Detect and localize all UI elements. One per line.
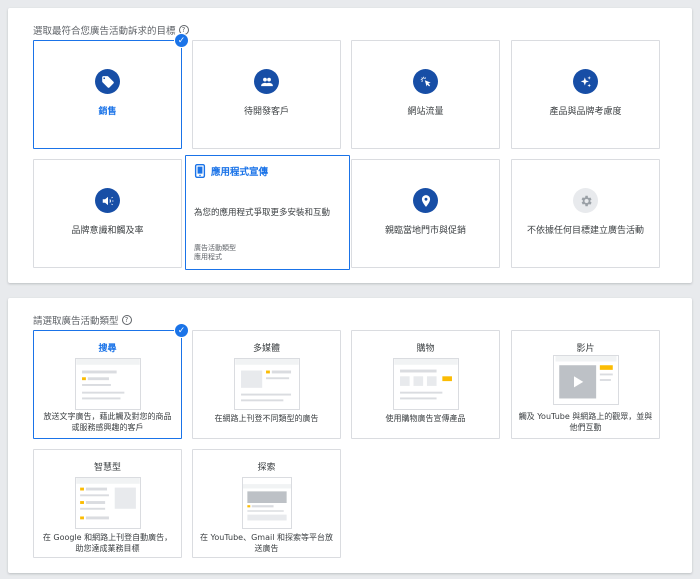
goal-card-label: 不依據任何目標建立廣告活動 [526, 226, 644, 236]
phone-icon [194, 164, 206, 178]
goal-card-label: 品牌意識和觸及率 [71, 226, 144, 236]
type-card-description: 在 Google 和網路上刊登自動廣告，助您達成業務目標 [42, 533, 173, 553]
goal-card-brand-consideration[interactable]: 產品與品牌考慮度 [511, 40, 660, 149]
check-icon: ✓ [174, 33, 189, 48]
app-promotion-header: 應用程式宣傳 [194, 164, 268, 178]
gear-icon [573, 188, 598, 213]
app-promotion-meta: 廣告活動類型 應用程式 [194, 244, 236, 262]
goal-section-title-text: 選取最符合您廣告活動訴求的目標 [33, 26, 176, 37]
goal-card-label: 產品與品牌考慮度 [549, 107, 622, 117]
goal-card-local-store[interactable]: 親臨當地門市與促銷 [351, 159, 500, 268]
goal-card-app-promotion[interactable]: 應用程式宣傳 為您的應用程式爭取更多安裝和互動 廣告活動類型 應用程式 [185, 155, 350, 270]
shopping-ad-illustration [392, 358, 459, 410]
type-card-discovery[interactable]: 探索 在 YouTube、Gmail 和探索等平台放送廣告 [192, 449, 341, 558]
sparkle-icon [573, 69, 598, 94]
type-card-display[interactable]: 多媒體 在網路上刊登不同類型的廣告 [192, 330, 341, 439]
map-pin-icon [413, 188, 438, 213]
search-ad-illustration [74, 358, 141, 410]
campaign-type-value: 應用程式 [194, 253, 222, 261]
goal-card-website-traffic[interactable]: 網站流量 [351, 40, 500, 149]
app-promotion-description: 為您的應用程式爭取更多安裝和互動 [194, 208, 331, 218]
discovery-ad-illustration [241, 477, 292, 529]
check-icon: ✓ [174, 323, 189, 338]
campaign-type-panel: 請選取廣告活動類型 ? ✓ 搜尋 放送文字廣告，藉此觸及對您的商品或服務感興趣的… [8, 298, 692, 573]
type-card-shopping[interactable]: 購物 使用購物廣告宣傳產品 [351, 330, 500, 439]
type-card-title: 購物 [416, 344, 435, 354]
tag-icon [95, 69, 120, 94]
goal-card-sales[interactable]: ✓ 銷售 [33, 33, 189, 149]
type-card-smart[interactable]: 智慧型 在 Google 和網路上刊登自動廣告，助您達成業務目標 [33, 449, 182, 558]
goal-card-label: 銷售 [98, 107, 117, 117]
help-icon[interactable]: ? [121, 315, 132, 325]
type-card-search[interactable]: ✓ 搜尋 放送文字廣告，藉此觸及對您的商品或服務感興趣的客戶 [33, 323, 189, 439]
goal-panel: 選取最符合您廣告活動訴求的目標 ? ✓ 銷售 待開發客戶 網站流量 產品與品牌考… [8, 8, 692, 283]
goal-card-label: 親臨當地門市與促銷 [384, 226, 466, 236]
megaphone-icon [95, 188, 120, 213]
smart-ad-illustration [74, 477, 141, 529]
goal-section-title: 選取最符合您廣告活動訴求的目標 ? [33, 23, 189, 37]
display-ad-illustration [233, 358, 300, 410]
type-card-video[interactable]: 影片 觸及 YouTube 與網路上的觀眾，並與他們互動 [511, 330, 660, 439]
goal-card-brand-awareness[interactable]: 品牌意識和觸及率 [33, 159, 182, 268]
app-promotion-title: 應用程式宣傳 [211, 167, 269, 178]
type-card-title: 探索 [257, 463, 276, 473]
goal-card-label: 網站流量 [407, 107, 444, 117]
type-card-title: 多媒體 [252, 344, 280, 354]
cursor-click-icon [413, 69, 438, 94]
type-section-title: 請選取廣告活動類型 ? [33, 313, 132, 327]
type-card-description: 使用購物廣告宣傳產品 [385, 414, 466, 423]
type-card-description: 放送文字廣告，藉此觸及對您的商品或服務感興趣的客戶 [43, 412, 172, 432]
type-section-title-text: 請選取廣告活動類型 [33, 316, 119, 327]
goal-card-leads[interactable]: 待開發客戶 [192, 40, 341, 149]
video-ad-illustration [552, 355, 619, 405]
type-card-description: 在網路上刊登不同類型的廣告 [214, 414, 319, 423]
people-icon [254, 69, 279, 94]
type-card-description: 在 YouTube、Gmail 和探索等平台放送廣告 [200, 533, 333, 553]
type-card-title: 搜尋 [98, 344, 117, 354]
type-card-title: 智慧型 [93, 463, 121, 473]
type-card-title: 影片 [576, 344, 595, 354]
goal-card-label: 待開發客戶 [243, 107, 289, 117]
goal-card-no-goal[interactable]: 不依據任何目標建立廣告活動 [511, 159, 660, 268]
type-card-description: 觸及 YouTube 與網路上的觀眾，並與他們互動 [518, 412, 653, 432]
campaign-type-label: 廣告活動類型 [194, 244, 236, 252]
